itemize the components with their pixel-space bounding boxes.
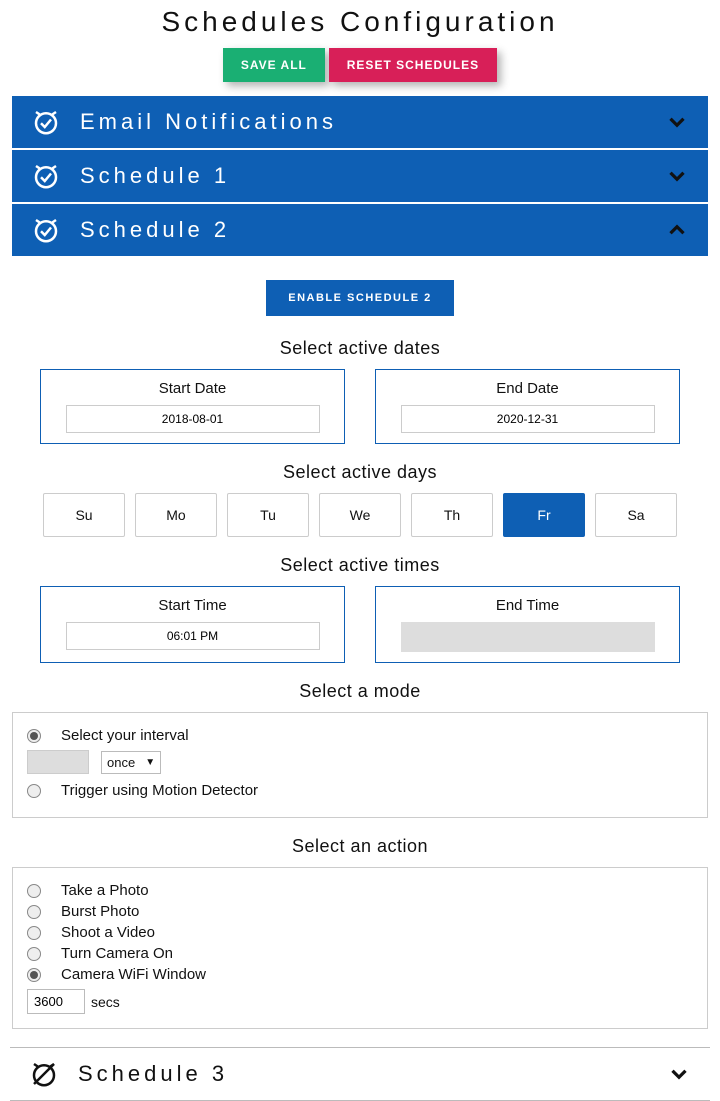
secs-label: secs xyxy=(91,994,120,1010)
chevron-up-icon xyxy=(664,217,690,243)
alarm-check-icon xyxy=(30,160,62,192)
shoot-video-radio[interactable] xyxy=(27,926,41,940)
save-all-button[interactable]: SAVE ALL xyxy=(223,48,325,82)
take-photo-label: Take a Photo xyxy=(61,882,149,899)
motion-radio[interactable] xyxy=(27,784,41,798)
end-time-label: End Time xyxy=(386,597,669,614)
end-date-input[interactable] xyxy=(401,405,655,433)
page-title: Schedules Configuration xyxy=(10,0,710,48)
end-date-label: End Date xyxy=(386,380,669,397)
camera-on-label: Turn Camera On xyxy=(61,945,173,962)
day-sa-button[interactable]: Sa xyxy=(595,493,677,537)
burst-photo-label: Burst Photo xyxy=(61,903,139,920)
mode-label: Select a mode xyxy=(10,681,710,702)
interval-label: Select your interval xyxy=(61,727,189,744)
wifi-window-radio[interactable] xyxy=(27,968,41,982)
day-su-button[interactable]: Su xyxy=(43,493,125,537)
day-fr-button[interactable]: Fr xyxy=(503,493,585,537)
chevron-down-icon xyxy=(666,1061,692,1087)
action-label: Select an action xyxy=(10,836,710,857)
accordion-title: Schedule 1 xyxy=(80,163,664,189)
start-date-input[interactable] xyxy=(66,405,320,433)
mode-box: Select your interval once ▼ Trigger usin… xyxy=(12,712,708,818)
accordion-title: Schedule 2 xyxy=(80,217,664,243)
burst-photo-radio[interactable] xyxy=(27,905,41,919)
alarm-check-icon xyxy=(30,106,62,138)
action-box: Take a Photo Burst Photo Shoot a Video T… xyxy=(12,867,708,1029)
end-time-input[interactable] xyxy=(401,622,655,652)
accordion-schedule-2[interactable]: Schedule 2 xyxy=(12,204,708,258)
interval-radio[interactable] xyxy=(27,729,41,743)
enable-schedule-2-button[interactable]: ENABLE SCHEDULE 2 xyxy=(266,280,453,316)
active-days-label: Select active days xyxy=(10,462,710,483)
accordion-title: Email Notifications xyxy=(80,109,664,135)
wifi-window-label: Camera WiFi Window xyxy=(61,966,206,983)
start-date-box: Start Date xyxy=(40,369,345,444)
interval-value-input[interactable] xyxy=(27,750,89,774)
camera-on-radio[interactable] xyxy=(27,947,41,961)
end-date-box: End Date xyxy=(375,369,680,444)
accordion-email-notifications[interactable]: Email Notifications xyxy=(12,96,708,150)
interval-unit-select[interactable]: once ▼ xyxy=(101,751,161,774)
start-date-label: Start Date xyxy=(51,380,334,397)
alarm-off-icon xyxy=(28,1058,60,1090)
end-time-box: End Time xyxy=(375,586,680,663)
day-mo-button[interactable]: Mo xyxy=(135,493,217,537)
take-photo-radio[interactable] xyxy=(27,884,41,898)
start-time-box: Start Time xyxy=(40,586,345,663)
caret-down-icon: ▼ xyxy=(145,757,155,768)
start-time-label: Start Time xyxy=(51,597,334,614)
wifi-seconds-input[interactable] xyxy=(27,989,85,1014)
active-dates-label: Select active dates xyxy=(10,338,710,359)
motion-label: Trigger using Motion Detector xyxy=(61,782,258,799)
day-th-button[interactable]: Th xyxy=(411,493,493,537)
interval-unit-value: once xyxy=(107,755,135,770)
chevron-down-icon xyxy=(664,109,690,135)
active-times-label: Select active times xyxy=(10,555,710,576)
day-we-button[interactable]: We xyxy=(319,493,401,537)
chevron-down-icon xyxy=(664,163,690,189)
shoot-video-label: Shoot a Video xyxy=(61,924,155,941)
alarm-check-icon xyxy=(30,214,62,246)
start-time-input[interactable] xyxy=(66,622,320,650)
day-tu-button[interactable]: Tu xyxy=(227,493,309,537)
accordion-schedule-3[interactable]: Schedule 3 xyxy=(10,1047,710,1101)
accordion-schedule-1[interactable]: Schedule 1 xyxy=(12,150,708,204)
accordion-title: Schedule 3 xyxy=(78,1061,666,1087)
reset-schedules-button[interactable]: RESET SCHEDULES xyxy=(329,48,497,82)
